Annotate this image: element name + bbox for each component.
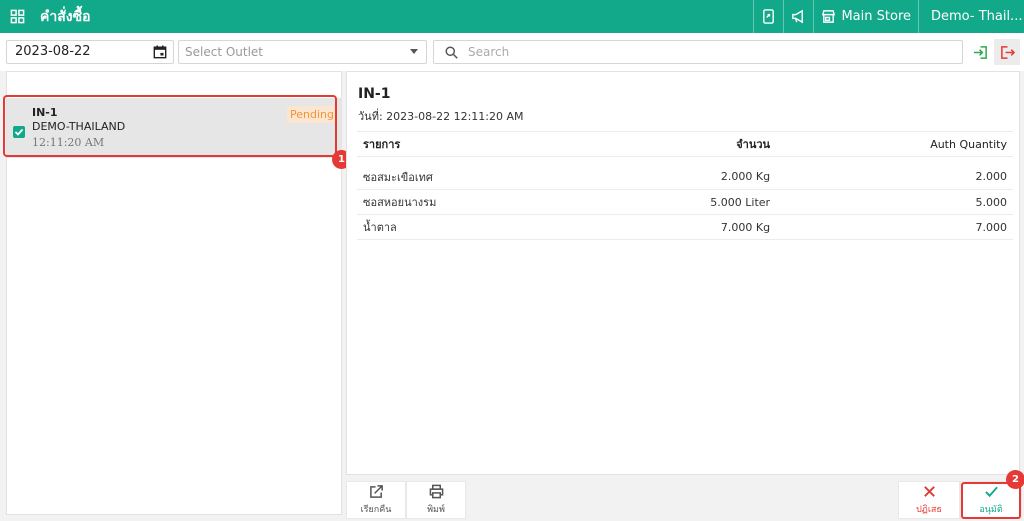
column-header-auth-quantity: Auth Quantity [776,131,1013,157]
import-icon [973,45,987,59]
store-name: Main Store [841,9,911,24]
outlet-placeholder: Select Outlet [185,45,264,59]
item-auth-quantity: 7.000 [776,214,1013,240]
reopen-label: เรียกคืน [360,505,392,515]
announcement-button[interactable] [783,0,813,33]
print-label: พิมพ์ [427,505,445,515]
print-button[interactable]: พิมพ์ [406,481,466,519]
column-header-item: รายการ [357,131,585,157]
item-name: ซอสมะเขือเทศ [357,164,585,190]
order-detail: IN-1 วันที่: 2023-08-22 12:11:20 AM รายก… [346,71,1020,475]
mobile-export-icon [763,9,775,24]
item-quantity: 2.000 Kg [584,164,777,190]
date-picker[interactable]: 2023-08-22 [6,40,174,64]
search-input[interactable] [468,43,948,61]
close-icon [923,486,935,497]
item-auth-quantity: 2.000 [776,164,1013,190]
mobile-export-button[interactable] [753,0,783,33]
user-menu-button[interactable]: Demo- Thail... [918,0,1024,33]
grid-icon[interactable] [2,0,32,33]
export-icon [1000,45,1015,59]
reject-button[interactable]: ปฏิเสธ [898,481,960,519]
store-switch-button[interactable]: Main Store [813,0,918,33]
item-name: ซอสหอยนางรม [357,189,585,215]
user-name: Demo- Thail... [931,9,1023,24]
table-row[interactable]: น้ำตาล 7.000 Kg 7.000 [357,214,1013,240]
megaphone-icon [792,9,804,24]
printer-icon [429,484,443,499]
detail-date-label: วันที่: [358,110,383,123]
item-name: น้ำตาล [357,214,585,240]
outlet-select[interactable]: Select Outlet [178,40,427,64]
item-quantity: 5.000 Liter [584,189,777,215]
table-row[interactable]: ซอสมะเขือเทศ 2.000 Kg 2.000 [357,164,1013,190]
open-external-icon [369,485,383,498]
search-icon [445,46,458,59]
calendar-icon[interactable] [153,45,167,59]
store-icon [822,10,836,23]
step-highlight-order [3,95,337,157]
export-button[interactable] [994,39,1020,65]
date-value: 2023-08-22 [15,44,91,59]
detail-date: วันที่: 2023-08-22 12:11:20 AM [358,107,524,125]
top-bar: คำสั่งซื้อ Main Store Demo- Thail... [0,0,1024,33]
action-bar: เรียกคืน พิมพ์ ปฏิเสธ อนุมัติ [346,478,1024,521]
reopen-button[interactable]: เรียกคืน [346,481,406,519]
table-header-row: รายการ จำนวน Auth Quantity [357,131,1013,157]
item-auth-quantity: 5.000 [776,189,1013,215]
filter-toolbar: 2023-08-22 Select Outlet [0,33,1024,71]
detail-title: IN-1 [358,86,391,102]
item-quantity: 7.000 Kg [584,214,777,240]
column-header-quantity: จำนวน [584,131,777,157]
detail-date-value: 2023-08-22 12:11:20 AM [386,110,524,123]
import-button[interactable] [968,39,992,65]
table-row[interactable]: ซอสหอยนางรม 5.000 Liter 5.000 [357,189,1013,215]
step-marker-2: 2 [1006,470,1024,489]
page-title: คำสั่งซื้อ [40,8,91,25]
search-box[interactable] [433,40,963,64]
chevron-down-icon [410,49,418,54]
reject-label: ปฏิเสธ [916,505,942,515]
items-table: รายการ จำนวน Auth Quantity ซอสมะเขือเทศ … [357,131,1013,240]
